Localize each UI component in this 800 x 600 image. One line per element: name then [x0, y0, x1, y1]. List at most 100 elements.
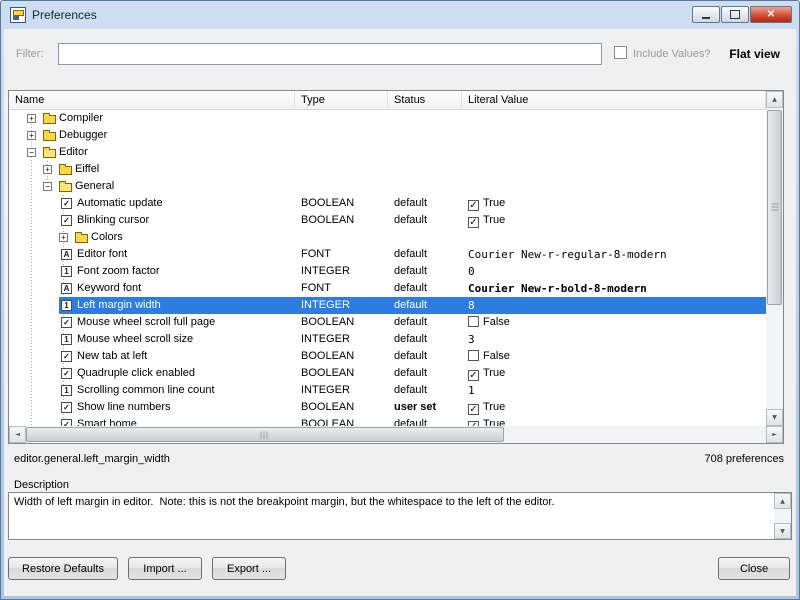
- pref-type: BOOLEAN: [301, 316, 388, 329]
- horizontal-scroll-thumb[interactable]: [26, 427, 504, 442]
- pref-name: Smart home: [77, 418, 295, 426]
- expand-icon[interactable]: +: [59, 233, 68, 242]
- pref-status: default: [394, 350, 462, 363]
- description-box: Width of left margin in editor. Note: th…: [8, 492, 792, 540]
- table-row[interactable]: − Editor: [9, 144, 766, 161]
- boolean-value-label: False: [483, 350, 510, 362]
- pref-value: 1: [468, 384, 766, 397]
- checked-checkbox-icon[interactable]: ✓: [468, 370, 479, 381]
- window-controls: [692, 6, 792, 23]
- table-row[interactable]: − General: [9, 178, 766, 195]
- table-row[interactable]: AKeyword fontFONTdefaultCourier New-r-bo…: [9, 280, 766, 297]
- horizontal-scrollbar[interactable]: ◄ ►: [9, 426, 783, 443]
- font-pref-icon: A: [61, 249, 72, 260]
- filter-input[interactable]: [58, 43, 602, 65]
- unchecked-checkbox-icon[interactable]: [468, 350, 479, 361]
- minimize-button[interactable]: [692, 6, 720, 23]
- pref-status: default: [394, 418, 462, 426]
- scroll-up-button[interactable]: ▲: [766, 91, 783, 108]
- pref-status: default: [394, 282, 462, 295]
- pref-value: 0: [468, 265, 766, 278]
- description-scroll-up-button[interactable]: ▲: [774, 493, 791, 509]
- pref-name: Font zoom factor: [77, 265, 295, 278]
- table-row[interactable]: +Debugger: [9, 127, 766, 144]
- table-row[interactable]: + Eiffel: [9, 161, 766, 178]
- collapse-icon[interactable]: −: [43, 182, 52, 191]
- checked-checkbox-icon[interactable]: ✓: [468, 200, 479, 211]
- boolean-pref-icon: ✓: [61, 368, 72, 379]
- pref-status: default: [394, 299, 462, 312]
- pref-name: Quadruple click enabled: [77, 367, 295, 380]
- column-header[interactable]: Type: [295, 91, 388, 110]
- pref-name: Left margin width: [77, 299, 295, 312]
- pref-status: default: [394, 214, 462, 227]
- include-values-checkbox[interactable]: [614, 46, 627, 59]
- pref-status: default: [394, 367, 462, 380]
- close-window-button[interactable]: [750, 6, 792, 23]
- scroll-down-button[interactable]: ▼: [766, 409, 783, 426]
- column-header[interactable]: Literal Value: [462, 91, 766, 110]
- table-row[interactable]: 1Font zoom factorINTEGERdefault0: [9, 263, 766, 280]
- boolean-pref-icon: ✓: [61, 419, 72, 426]
- table-header: NameTypeStatusLiteral Value: [9, 91, 766, 110]
- flat-view-button[interactable]: Flat view: [729, 47, 780, 61]
- table-row[interactable]: + Compiler: [9, 110, 766, 127]
- table-row[interactable]: ✓Blinking cursorBOOLEANdefault✓True: [9, 212, 766, 229]
- restore-defaults-button[interactable]: Restore Defaults: [8, 557, 118, 580]
- pref-type: INTEGER: [301, 384, 388, 397]
- pref-name: Editor: [59, 146, 295, 159]
- collapse-icon[interactable]: −: [27, 148, 36, 157]
- table-row[interactable]: ✓Automatic updateBOOLEANdefault✓True: [9, 195, 766, 212]
- maximize-button[interactable]: [721, 6, 749, 23]
- table-row[interactable]: ✓Mouse wheel scroll full pageBOOLEANdefa…: [9, 314, 766, 331]
- description-scrollbar[interactable]: ▲ ▼: [774, 493, 791, 539]
- pref-status: user set: [394, 401, 462, 414]
- pref-type: FONT: [301, 248, 388, 261]
- pref-value: ✓ True: [468, 367, 766, 381]
- boolean-value-label: True: [483, 367, 505, 379]
- expand-icon[interactable]: +: [43, 165, 52, 174]
- table-row[interactable]: ✓New tab at leftBOOLEANdefaultFalse: [9, 348, 766, 365]
- column-header[interactable]: Status: [388, 91, 462, 110]
- pref-name: Show line numbers: [77, 401, 295, 414]
- table-row[interactable]: ✓Show line numbersBOOLEANuser set✓True: [9, 399, 766, 416]
- close-dialog-button[interactable]: Close: [718, 557, 790, 580]
- pref-status: default: [394, 265, 462, 278]
- pref-name: Keyword font: [77, 282, 295, 295]
- boolean-value-label: True: [483, 214, 505, 226]
- export-button[interactable]: Export ...: [212, 557, 286, 580]
- boolean-pref-icon: ✓: [61, 402, 72, 413]
- preferences-table: NameTypeStatusLiteral Value + Compiler +De…: [8, 90, 784, 444]
- expand-icon[interactable]: +: [27, 114, 36, 123]
- titlebar[interactable]: Preferences: [1, 1, 799, 29]
- table-row[interactable]: 1Mouse wheel scroll sizeINTEGERdefault3: [9, 331, 766, 348]
- expand-icon[interactable]: +: [27, 131, 36, 140]
- preferences-count: 708 preferences: [705, 453, 785, 465]
- table-row[interactable]: ✓Quadruple click enabledBOOLEANdefault✓T…: [9, 365, 766, 382]
- scroll-left-button[interactable]: ◄: [9, 426, 26, 443]
- checked-checkbox-icon[interactable]: ✓: [468, 404, 479, 415]
- vertical-scrollbar[interactable]: ▲ ▼: [766, 91, 783, 426]
- checked-checkbox-icon[interactable]: ✓: [468, 217, 479, 228]
- unchecked-checkbox-icon[interactable]: [468, 316, 479, 327]
- table-row[interactable]: 1Left margin widthINTEGERdefault8: [9, 297, 766, 314]
- table-row[interactable]: 1Scrolling common line countINTEGERdefau…: [9, 382, 766, 399]
- vertical-scroll-thumb[interactable]: [767, 110, 782, 305]
- pref-type: BOOLEAN: [301, 401, 388, 414]
- table-row[interactable]: AEditor fontFONTdefaultCourier New-r-reg…: [9, 246, 766, 263]
- table-row[interactable]: +Colors: [9, 229, 766, 246]
- closed-folder-icon: [75, 234, 88, 243]
- pref-status: default: [394, 197, 462, 210]
- scroll-right-button[interactable]: ►: [766, 426, 783, 443]
- import-button[interactable]: Import ...: [128, 557, 202, 580]
- pref-status: default: [394, 248, 462, 261]
- column-header[interactable]: Name: [9, 91, 295, 110]
- pref-name: Compiler: [59, 112, 295, 125]
- description-scroll-down-button[interactable]: ▼: [774, 523, 791, 539]
- pref-name: Eiffel: [75, 163, 295, 176]
- boolean-value-label: False: [483, 316, 510, 328]
- table-row[interactable]: ✓Smart homeBOOLEANdefault✓True: [9, 416, 766, 426]
- pref-name: General: [75, 180, 295, 193]
- pref-name: Editor font: [77, 248, 295, 261]
- pref-value: Courier New-r-bold-8-modern: [468, 282, 766, 295]
